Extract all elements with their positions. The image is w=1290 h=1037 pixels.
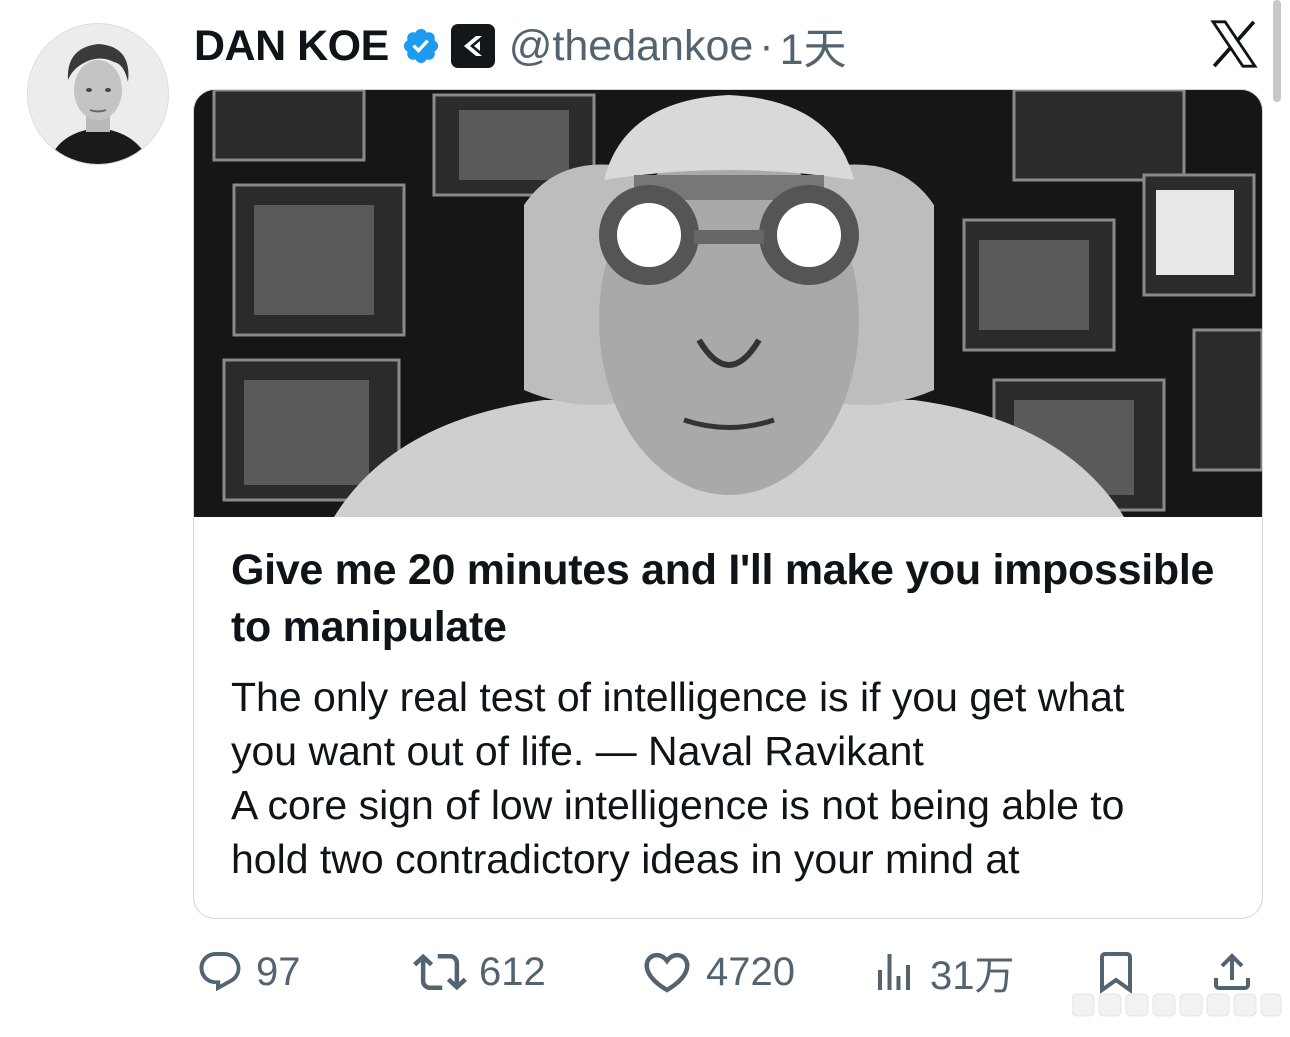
- views-button[interactable]: 31万: [870, 940, 1015, 1004]
- excerpt-line: you want out of life. — Naval Ravikant: [231, 728, 924, 774]
- like-count: 4720: [706, 949, 795, 994]
- scrollbar[interactable]: [1273, 0, 1281, 102]
- repost-button[interactable]: 612: [413, 940, 546, 1004]
- emoji-row-decoration: [1072, 993, 1282, 1017]
- affiliate-logo-icon: [463, 36, 482, 56]
- reply-icon: [199, 952, 241, 992]
- avatar-photo: [28, 24, 168, 164]
- affiliate-badge-icon[interactable]: [450, 24, 495, 68]
- x-logo-icon[interactable]: [1205, 16, 1263, 72]
- article-cover-image: [194, 90, 1262, 517]
- separator-dot: ·: [759, 21, 774, 70]
- excerpt-line: The only real test of intelligence is if…: [231, 674, 1125, 720]
- author-handle[interactable]: @thedankoe: [509, 22, 754, 71]
- views-count: 31万: [930, 954, 1015, 998]
- excerpt-line: hold two contradictory ideas in your min…: [231, 836, 1020, 882]
- article-card[interactable]: Give me 20 minutes and I'll make you imp…: [193, 89, 1263, 919]
- article-excerpt: The only real test of intelligence is if…: [231, 670, 1241, 886]
- excerpt-line: A core sign of low intelligence is not b…: [231, 782, 1125, 828]
- repost-icon: [413, 953, 467, 991]
- author-name[interactable]: DAN KOE: [194, 22, 389, 71]
- repost-count: 612: [479, 949, 546, 994]
- post-time[interactable]: 1天: [780, 15, 847, 77]
- reply-count: 97: [256, 949, 301, 994]
- tweet-header: DAN KOE @thedankoe · 1天: [194, 15, 847, 77]
- article-title[interactable]: Give me 20 minutes and I'll make you imp…: [231, 542, 1231, 656]
- heart-icon: [644, 952, 690, 993]
- reply-button[interactable]: 97: [196, 940, 301, 1004]
- like-button[interactable]: 4720: [640, 940, 795, 1004]
- verified-badge-icon[interactable]: [401, 26, 441, 66]
- avatar[interactable]: [28, 24, 168, 164]
- views-icon: [878, 954, 910, 990]
